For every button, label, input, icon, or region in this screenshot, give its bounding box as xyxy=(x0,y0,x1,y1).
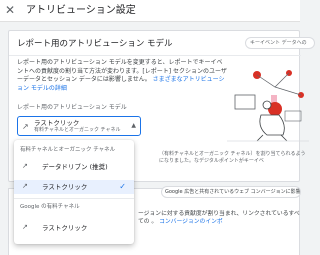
menu-item-label: ラストクリック xyxy=(42,224,88,232)
attribution-model-select[interactable]: ↗ ラストクリック 有料チャネルとオーガニック チャネル ▲ xyxy=(17,116,141,136)
attribution-model-menu: 有料チャネルとオーガニック チャネル ↗ データドリブン (推奨) ↗ ラストク… xyxy=(14,140,134,244)
app-header: ✕ アトリビューション設定 xyxy=(0,0,300,22)
model-select-label: レポート用のアトリビューション モデル xyxy=(17,104,127,111)
menu-item-last-click[interactable]: ↗ ラストクリック ✓ xyxy=(14,180,134,194)
path-icon: ↗ xyxy=(22,122,29,131)
partial-description: （有料チャネルとオーガニック チャネル）を割り当てられるようになりました。なデジ… xyxy=(159,151,306,164)
path-icon: ↗ xyxy=(22,223,28,231)
card-divider xyxy=(9,55,301,56)
group-label-paid-organic: 有料チャネルとオーガニック チャネル xyxy=(20,147,116,153)
menu-item-data-driven[interactable]: ↗ データドリブン (推奨) xyxy=(14,160,134,174)
select-subtitle: 有料チャネルとオーガニック チャネル xyxy=(34,127,121,133)
group-label-google-paid: Google の有料チャネル xyxy=(20,204,80,210)
check-icon: ✓ xyxy=(119,182,126,191)
menu-item-label: ラストクリック xyxy=(42,183,88,191)
model-description: レポート用のアトリビューション モデルを変更すると、レポートでキーイベントへの貢… xyxy=(17,59,227,93)
close-icon[interactable]: ✕ xyxy=(5,4,15,16)
key-event-data-chip: キーイベント データへの xyxy=(245,37,315,49)
lower-description: ージョンに対する貢献度が割り当まれ、リンクされているすべての 。 コンバージョン… xyxy=(138,210,300,226)
attribution-illustration xyxy=(227,70,309,142)
card-title: レポート用のアトリビューション モデル xyxy=(17,39,173,49)
conversion-import-link[interactable]: コンバージョンのインポ xyxy=(159,219,223,225)
caret-up-icon: ▲ xyxy=(131,122,136,129)
menu-item-google-last-click[interactable]: ↗ ラストクリック xyxy=(14,221,134,235)
select-value: ラストクリック xyxy=(34,119,80,127)
menu-divider xyxy=(14,198,134,199)
page-title: アトリビューション設定 xyxy=(26,5,136,16)
path-icon: ↗ xyxy=(22,182,28,190)
menu-item-label: データドリブン (推奨) xyxy=(42,163,108,171)
google-ads-shared-chip: Google 広告と共有されているウェブ コンバージョンに影響しま xyxy=(161,186,301,198)
path-icon: ↗ xyxy=(22,162,28,170)
